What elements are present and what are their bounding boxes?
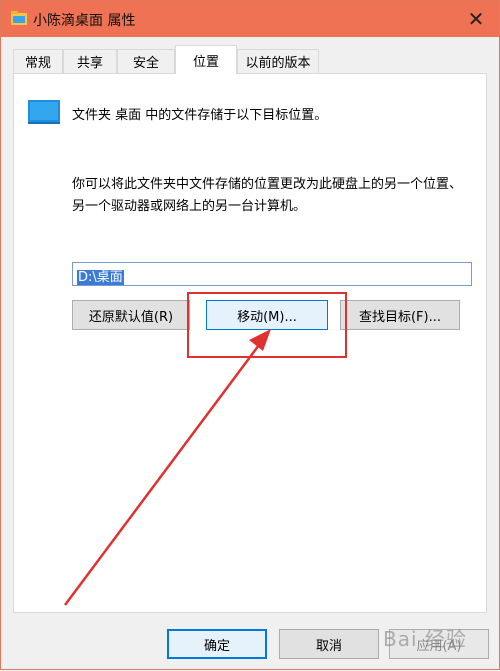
cancel-button[interactable]: 取消 <box>279 629 379 659</box>
watermark: Bai 经验 <box>383 627 467 651</box>
annotation-arrow-icon <box>63 329 271 606</box>
tab-location[interactable]: 位置 <box>175 45 237 74</box>
properties-window: 小陈滴桌面 属性 ✕ 常规 共享 安全 位置 以前的版本 文件夹 桌面 中的文件… <box>0 0 500 670</box>
ok-button[interactable]: 确定 <box>167 629 267 659</box>
